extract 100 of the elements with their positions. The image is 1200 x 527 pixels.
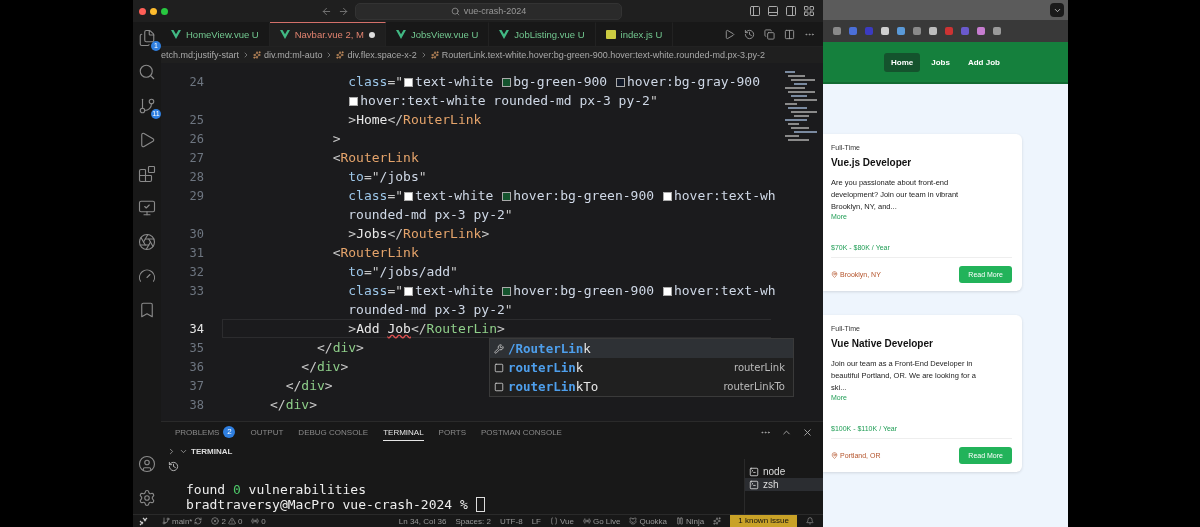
line-number: 34 [189,321,204,336]
code-line: >Jobs</RouterLink> [348,226,490,241]
monitor-icon[interactable] [137,198,157,218]
line-number: 29 [189,188,204,203]
command-search-field[interactable]: vue-crash-2024 [355,2,622,20]
map-pin-icon [831,452,838,459]
issue-status[interactable]: 1 known issue [730,515,797,527]
line-number: 33 [189,283,204,298]
panel-tab[interactable]: POSTMAN CONSOLE [481,424,562,441]
terminal-line: bradtraversy@MacPro vue-crash-2024 % [186,497,469,512]
panel-toggle-icon[interactable] [767,5,779,17]
code-line: <RouterLink [332,245,419,260]
suggestion-item[interactable]: routerLink routerLink [490,358,793,377]
code-line: to="/jobs/add" [348,264,458,279]
line-number: 25 [189,112,204,127]
back-arrow-icon[interactable] [321,5,332,17]
suggestion-item[interactable]: routerLinkTo routerLinkTo [490,377,793,396]
sparkle-icon[interactable] [713,517,722,525]
layout-icon[interactable] [803,5,815,17]
code-line: rounded-md px-3 py-2" [348,207,513,222]
code-line: > [332,131,341,146]
branch-status[interactable]: main* [162,516,203,526]
search-icon [450,6,460,16]
status-item[interactable]: Go Live [582,516,621,526]
code-line: </div> [316,340,364,355]
job-title: Vue.js Developer [831,157,913,168]
error-icon [211,517,220,525]
property-icon [494,381,504,392]
problems-status[interactable]: 2 0 [211,516,243,526]
line-number: 26 [189,131,204,146]
nav-link[interactable]: Add Job [960,52,1007,72]
panel-tab[interactable]: DEBUG CONSOLE [298,424,369,441]
close-window-button[interactable] [139,7,146,15]
broadcast-icon [582,517,591,525]
remote-icon [138,516,148,526]
line-number: 35 [189,340,204,355]
zoom-window-button[interactable] [161,7,168,15]
blocks-icon[interactable] [137,164,157,184]
map-pin-icon [831,271,838,278]
breadcrumb-item[interactable]: div.md:ml-auto [264,50,323,60]
code-line: class=" text-white bg-green-900 hover:bg-gray-900 [348,74,760,89]
sync-icon [194,517,203,525]
panel-tab[interactable]: OUTPUT [250,424,284,441]
js-icon [605,30,616,39]
close-icon[interactable] [802,427,813,438]
history-icon[interactable] [168,461,179,472]
account-icon[interactable] [137,454,157,474]
line-number: 30 [189,226,204,241]
bell-icon[interactable] [806,517,814,525]
sidebar-toggle-icon[interactable] [749,5,761,17]
history-icon[interactable] [744,28,755,40]
status-item[interactable]: Vue [549,516,574,526]
line-number: 31 [189,245,204,260]
wrench-icon [494,343,504,354]
vue-icon [499,30,510,39]
line-number: 36 [189,359,204,374]
run-icon[interactable] [724,28,735,40]
branch-icon [162,517,170,525]
ports-status[interactable]: 0 [251,516,266,526]
breadcrumb-item[interactable]: div.flex.space-x-2 [347,50,417,60]
editor-tab[interactable]: Navbar.vue 2, M [269,22,386,46]
terminal-item[interactable]: node [745,465,823,478]
settings-icon[interactable] [137,488,157,508]
breadcrumb-item[interactable]: etch.md:justify-start [161,50,240,60]
terminal-line: found 0 vulnerabilities [186,482,367,497]
aperture-icon[interactable] [137,232,157,252]
panel-tab[interactable]: TERMINAL [383,424,424,441]
status-item[interactable]: UTF-8 [499,516,523,526]
terminal-icon [749,466,759,477]
status-item[interactable]: Spaces: 2 [455,516,491,526]
panel-tab[interactable]: PORTS [438,424,467,441]
status-item[interactable]: Ninja [676,516,705,526]
section-title: TERMINAL [191,446,233,456]
terminal-icon [749,479,759,490]
code-line: hover:text-white rounded-md px-3 py-2" [348,93,658,108]
compare-icon[interactable] [764,28,775,40]
forward-arrow-icon[interactable] [338,5,349,17]
code-line: >Home</RouterLink [348,112,482,127]
panel-tab[interactable]: PROBLEMS 2 [175,423,236,442]
dropdown-button[interactable] [1050,3,1064,17]
search-icon[interactable] [137,62,157,82]
suggestion-item[interactable]: /RouterLink [490,339,793,358]
vue-icon [279,30,290,39]
nav-link[interactable]: Home [884,52,921,72]
status-item[interactable]: Ln 34, Col 36 [398,516,447,526]
secondary-sidebar-icon[interactable] [785,5,797,17]
split-editor-icon[interactable] [784,28,795,40]
minimize-window-button[interactable] [150,7,157,15]
nav-link[interactable]: Jobs [924,52,957,72]
line-number: 38 [189,397,204,412]
terminal-item[interactable]: zsh [745,478,823,491]
chevron-right-icon[interactable] [167,446,176,456]
code-line: rounded-md px-3 py-2" [348,302,513,317]
status-item[interactable]: LF [531,516,541,526]
breadcrumb-item[interactable]: RouterLink.text-white.hover:bg-green-900.hover:text-white.rounded-md.px-3.py-2 [441,50,765,60]
broadcast-icon [251,517,260,525]
line-number: 27 [189,150,204,165]
code-line: </div> [301,359,349,374]
status-item[interactable]: Quokka [629,516,668,526]
code-line: class=" text-white hover:bg-green-900 hover:text-wh [348,283,776,298]
